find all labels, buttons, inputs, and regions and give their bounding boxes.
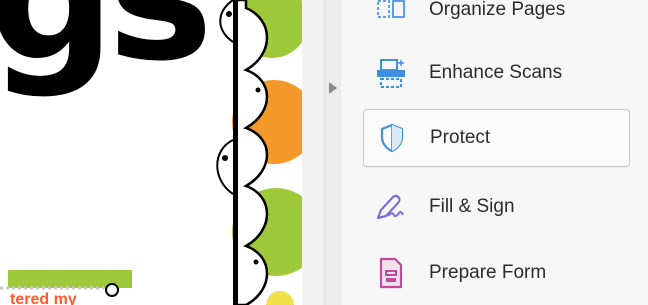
tools-pane-rail xyxy=(324,0,342,305)
document-preview: gs tered my xyxy=(0,0,302,305)
prepare-form-icon xyxy=(373,255,409,291)
tool-label: Fill & Sign xyxy=(429,196,515,217)
organize-pages-icon xyxy=(373,0,409,28)
tool-protect[interactable]: Protect xyxy=(363,109,630,167)
tool-label: Organize Pages xyxy=(429,0,566,20)
tool-label: Enhance Scans xyxy=(429,62,563,83)
tool-label: Protect xyxy=(430,127,491,148)
tool-fill-sign[interactable]: Fill & Sign xyxy=(363,178,630,236)
tool-label: Prepare Form xyxy=(429,262,547,283)
pane-divider[interactable] xyxy=(302,0,324,305)
tools-pane: Organize Pages Enhance Scans Protect Fil… xyxy=(341,0,648,305)
decorative-border-art xyxy=(0,0,302,305)
triangle-right-icon xyxy=(329,82,337,94)
enhance-scans-icon xyxy=(373,55,409,91)
shield-icon xyxy=(374,120,410,156)
dot-yellow-bottom xyxy=(266,291,294,305)
document-clipped-text: tered my xyxy=(10,291,77,305)
tool-organize-pages[interactable]: Organize Pages xyxy=(363,0,630,39)
tool-enhance-scans[interactable]: Enhance Scans xyxy=(363,44,630,102)
tool-prepare-form[interactable]: Prepare Form xyxy=(363,244,630,302)
fill-sign-pen-icon xyxy=(373,189,409,225)
